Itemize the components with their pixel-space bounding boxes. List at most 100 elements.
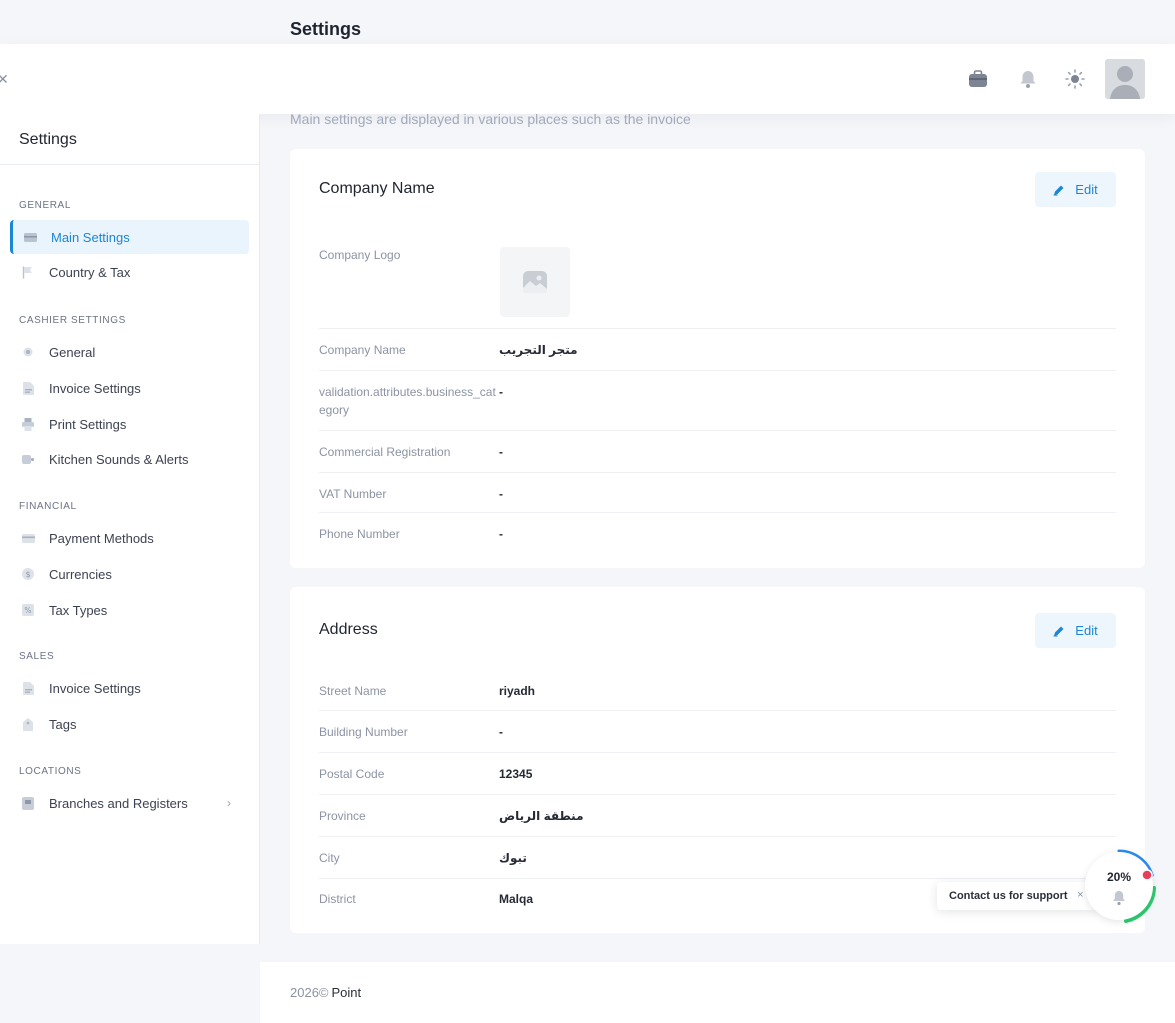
business-category-label: validation.attributes.business_category (319, 385, 496, 417)
cup-icon (21, 452, 35, 466)
close-icon[interactable]: ✕ (0, 71, 9, 88)
vat-number-label: VAT Number (319, 487, 387, 501)
edit-button-label: Edit (1075, 182, 1098, 197)
district-label: District (319, 892, 356, 906)
row-company-logo: Company Logo (319, 235, 1116, 329)
page-footer: 2026© Point (260, 962, 1175, 1023)
sidebar-item-label: Kitchen Sounds & Alerts (49, 451, 189, 467)
row-postal-code: Postal Code 12345 (319, 753, 1116, 795)
sidebar-item-tags[interactable]: Tags (10, 707, 249, 741)
edit-address-button[interactable]: Edit (1035, 613, 1116, 648)
district-value: Malqa (499, 892, 534, 906)
sidebar-item-label: Invoice Settings (49, 680, 141, 696)
sun-icon[interactable] (1064, 68, 1086, 90)
section-sales: SALES (19, 651, 55, 662)
edit-company-button[interactable]: Edit (1035, 172, 1116, 207)
company-name-value: متجر التجريب (499, 343, 578, 357)
settings-sidebar: Settings GENERAL Main Settings Country &… (0, 114, 260, 944)
city-label: City (319, 851, 340, 865)
street-name-label: Street Name (319, 684, 387, 698)
page-title: Settings (290, 19, 362, 39)
gear-icon (21, 345, 35, 359)
section-locations: LOCATIONS (19, 766, 82, 777)
sidebar-item-sales-invoice-settings[interactable]: Invoice Settings (10, 671, 249, 705)
company-name-label: Company Name (319, 343, 406, 357)
sidebar-item-invoice-settings[interactable]: Invoice Settings (10, 371, 249, 405)
province-value: منطقة الرياض (499, 809, 584, 823)
phone-number-label: Phone Number (319, 527, 400, 541)
sidebar-item-payment-methods[interactable]: Payment Methods (10, 521, 249, 555)
street-name-value: riyadh (499, 684, 536, 698)
pencil-icon (1053, 184, 1065, 196)
sidebar-item-label: Branches and Registers (49, 795, 188, 811)
card-icon (23, 230, 37, 244)
pencil-icon (1053, 625, 1065, 637)
sidebar-title: Settings (19, 131, 77, 148)
phone-number-value: - (499, 527, 503, 541)
sidebar-item-label: General (49, 344, 96, 360)
company-card: Company Name Edit Company Logo Company N… (290, 149, 1145, 568)
section-general: GENERAL (19, 200, 71, 211)
sidebar-divider (0, 164, 259, 165)
city-value: تبوك (499, 851, 527, 865)
store-icon (21, 796, 35, 810)
footer-brand-link[interactable]: Point (332, 985, 362, 1000)
sidebar-item-label: Tags (49, 716, 77, 732)
alert-dot (1141, 869, 1153, 881)
image-placeholder-icon (523, 271, 547, 293)
sidebar-item-main-settings[interactable]: Main Settings (10, 220, 249, 254)
copyright: 2026© Point (290, 985, 361, 1000)
postal-code-label: Postal Code (319, 767, 385, 781)
top-bar: ✕ (0, 44, 1175, 114)
commercial-registration-label: Commercial Registration (319, 445, 451, 459)
address-card-title: Address (319, 621, 378, 638)
row-business-category: validation.attributes.business_category … (319, 371, 1116, 431)
briefcase-icon[interactable] (967, 68, 989, 90)
sidebar-item-label: Currencies (49, 566, 112, 582)
chevron-right-icon[interactable]: › (227, 796, 231, 810)
sidebar-item-kitchen-sounds[interactable]: Kitchen Sounds & Alerts (10, 442, 249, 476)
sidebar-item-currencies[interactable]: $ Currencies (10, 557, 249, 591)
edit-button-label: Edit (1075, 623, 1098, 638)
document-icon (21, 681, 35, 695)
row-province: Province منطقة الرياض (319, 795, 1116, 837)
vat-number-value: - (499, 487, 503, 501)
credit-card-icon (21, 531, 35, 545)
sidebar-item-label: Invoice Settings (49, 380, 141, 396)
province-label: Province (319, 809, 366, 823)
document-icon (21, 381, 35, 395)
dollar-icon: $ (21, 567, 35, 581)
row-phone-number: Phone Number - (319, 513, 1116, 553)
postal-code-value: 12345 (499, 767, 533, 781)
sidebar-item-branches-registers[interactable]: Branches and Registers › (10, 786, 249, 820)
support-label: Contact us for support (949, 890, 1068, 902)
sidebar-item-label: Payment Methods (49, 530, 154, 546)
sidebar-item-general[interactable]: General (10, 335, 249, 369)
svg-text:$: $ (25, 570, 30, 579)
bell-icon (1113, 891, 1125, 906)
support-progress-widget[interactable]: 20% (1081, 848, 1157, 924)
progress-inner: 20% (1085, 852, 1153, 920)
sidebar-item-print-settings[interactable]: Print Settings (10, 407, 249, 441)
company-logo[interactable] (500, 247, 570, 317)
sidebar-item-country-tax[interactable]: Country & Tax (10, 255, 249, 289)
row-building-number: Building Number - (319, 711, 1116, 753)
row-city: City تبوك (319, 837, 1116, 879)
row-vat-number: VAT Number - (319, 473, 1116, 513)
sidebar-item-label: Print Settings (49, 416, 127, 432)
sidebar-item-tax-types[interactable]: % Tax Types (10, 593, 249, 627)
sidebar-item-label: Main Settings (51, 229, 130, 245)
building-number-value: - (499, 725, 503, 739)
support-tooltip[interactable]: Contact us for support × (937, 882, 1096, 910)
company-card-title: Company Name (319, 180, 435, 197)
building-number-label: Building Number (319, 725, 408, 739)
section-financial: FINANCIAL (19, 501, 77, 512)
row-commercial-registration: Commercial Registration - (319, 431, 1116, 473)
page-subtitle: Main settings are displayed in various p… (290, 111, 691, 127)
bell-icon[interactable] (1017, 68, 1039, 90)
flag-icon (21, 265, 35, 279)
user-avatar[interactable] (1105, 59, 1145, 99)
tag-icon (21, 717, 35, 731)
section-cashier: CASHIER SETTINGS (19, 315, 126, 326)
row-street-name: Street Name riyadh (319, 670, 1116, 711)
